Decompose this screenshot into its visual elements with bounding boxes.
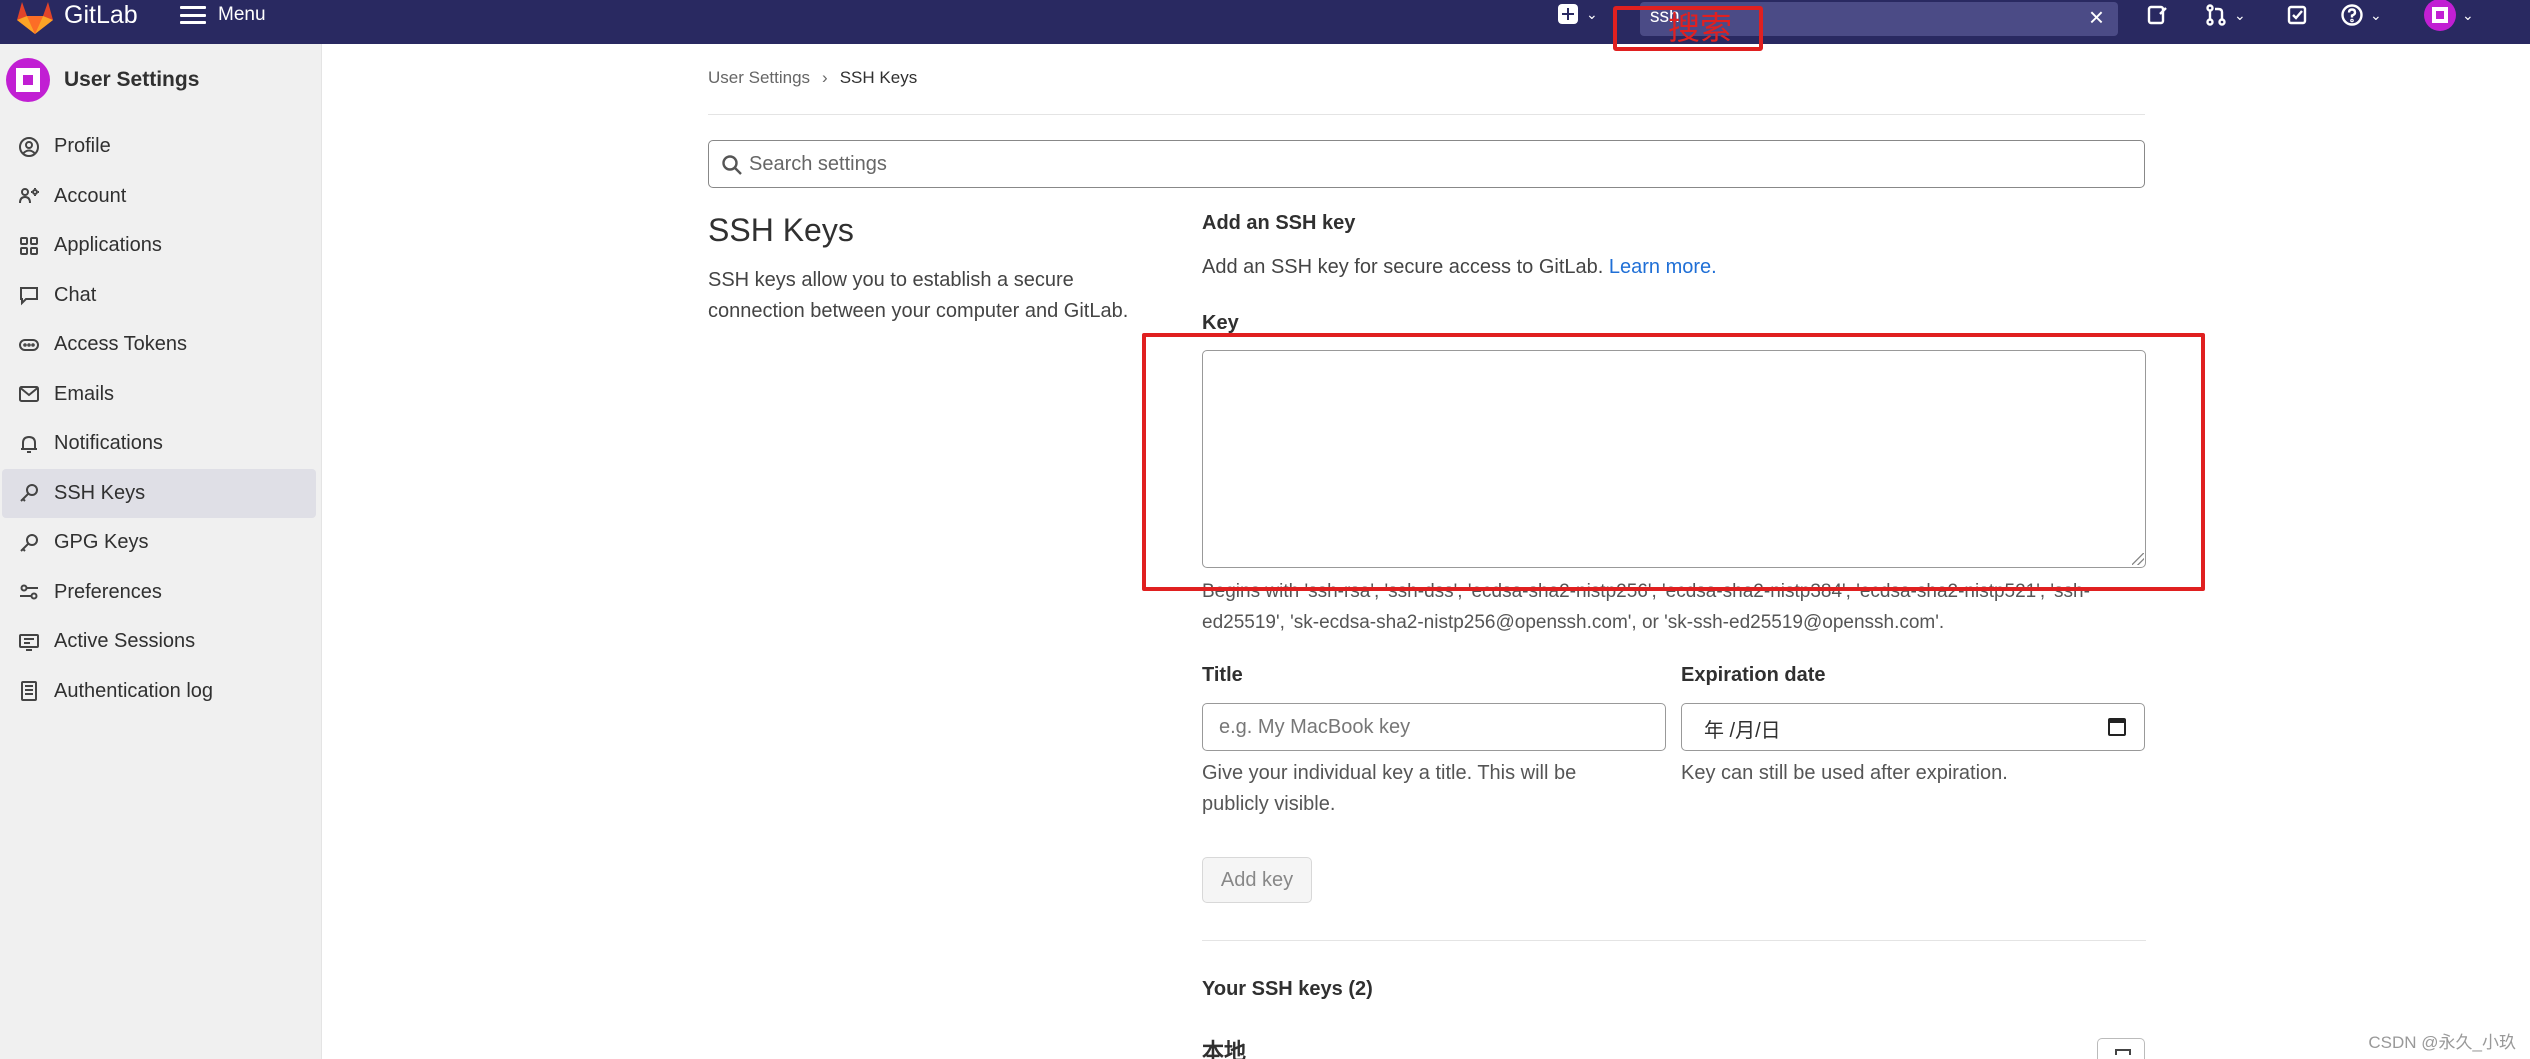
- expiration-date-placeholder: 年 /月/日: [1704, 720, 1781, 742]
- breadcrumb-current[interactable]: SSH Keys: [840, 68, 917, 88]
- page-title: SSH Keys: [708, 212, 854, 248]
- breadcrumb-separator: ›: [822, 68, 828, 87]
- merge-requests-button[interactable]: ⌄: [2204, 0, 2246, 30]
- sidebar-item-label: Active Sessions: [54, 630, 196, 653]
- settings-sidebar: User Settings Profile Account Applicatio…: [0, 44, 322, 1059]
- sidebar-item-label: Applications: [54, 234, 162, 257]
- token-icon: [19, 338, 39, 351]
- section-description: SSH keys allow you to establish a secure…: [708, 269, 1129, 322]
- hamburger-icon: [180, 6, 206, 24]
- sidebar-item-preferences[interactable]: Preferences: [0, 568, 318, 618]
- list-divider: [1202, 940, 2146, 941]
- help-icon: [2341, 4, 2363, 26]
- avatar: [6, 58, 50, 102]
- mail-icon: [19, 386, 39, 403]
- chevron-down-icon: ⌄: [2462, 6, 2474, 23]
- sidebar-item-label: Authentication log: [54, 679, 214, 702]
- log-icon: [21, 681, 37, 702]
- menu-button[interactable]: Menu: [180, 0, 266, 30]
- title-label: Title: [1202, 664, 1243, 686]
- calendar-icon[interactable]: [2108, 718, 2126, 736]
- bell-icon: [21, 435, 37, 453]
- todos-button[interactable]: [2286, 0, 2308, 30]
- chevron-down-icon: ⌄: [2370, 6, 2382, 23]
- delete-key-button[interactable]: [2097, 1038, 2145, 1059]
- sidebar-item-profile[interactable]: Profile: [0, 122, 318, 172]
- header-divider: [708, 114, 2145, 115]
- ssh-keys-list-heading: Your SSH keys (2): [1202, 978, 1373, 1000]
- account-icon: [19, 188, 39, 204]
- key-icon: [20, 484, 38, 502]
- clear-search-icon[interactable]: ×: [2089, 2, 2104, 32]
- sidebar-item-account[interactable]: Account: [0, 172, 318, 222]
- user-menu-button[interactable]: ⌄: [2424, 0, 2474, 31]
- issues-icon: [2147, 5, 2167, 25]
- chevron-down-icon: ⌄: [1586, 5, 1598, 22]
- annotation-search-label: 搜索: [1668, 10, 1733, 46]
- help-button[interactable]: ⌄: [2340, 0, 2382, 30]
- sidebar-item-gpg-keys[interactable]: GPG Keys: [0, 518, 318, 568]
- search-icon: [722, 155, 742, 175]
- sidebar-nav: Profile Account Applications Chat Access…: [0, 122, 318, 716]
- menu-label: Menu: [218, 4, 266, 25]
- sidebar-item-label: Preferences: [54, 580, 162, 603]
- sidebar-item-active-sessions[interactable]: Active Sessions: [0, 617, 318, 667]
- expiration-date-input[interactable]: 年 /月/日: [1681, 703, 2145, 751]
- learn-more-link[interactable]: Learn more.: [1609, 256, 1717, 278]
- sidebar-item-label: SSH Keys: [54, 481, 146, 504]
- todo-checkbox-icon: [2287, 5, 2307, 25]
- top-navbar: GitLab Menu ⌄ ssh × ⌄ ⌄ ⌄: [0, 0, 2530, 44]
- user-avatar: [2424, 0, 2456, 31]
- chat-icon: [20, 287, 38, 306]
- breadcrumb: User Settings › SSH Keys: [708, 68, 917, 88]
- new-item-dropdown[interactable]: ⌄: [1558, 4, 1598, 24]
- sidebar-item-chat[interactable]: Chat: [0, 271, 318, 321]
- add-key-description-text: Add an SSH key for secure access to GitL…: [1202, 256, 1604, 278]
- sidebar-header[interactable]: User Settings: [6, 58, 199, 102]
- sidebar-item-ssh-keys[interactable]: SSH Keys: [2, 468, 316, 518]
- preferences-icon: [20, 584, 38, 600]
- monitor-icon: [19, 633, 39, 651]
- sidebar-item-label: Chat: [54, 283, 97, 306]
- add-key-description: Add an SSH key for secure access to GitL…: [1202, 256, 1717, 279]
- sidebar-item-label: Profile: [54, 135, 111, 158]
- sidebar-item-label: Account: [54, 184, 127, 207]
- sidebar-item-label: Emails: [54, 382, 115, 405]
- watermark: CSDN @永久_小玖: [2368, 1033, 2516, 1052]
- sidebar-item-emails[interactable]: Emails: [0, 370, 318, 420]
- applications-icon: [20, 236, 38, 255]
- plus-square-icon: [1558, 4, 1578, 24]
- sidebar-item-applications[interactable]: Applications: [0, 221, 318, 271]
- sidebar-item-authentication-log[interactable]: Authentication log: [0, 667, 318, 717]
- title-input[interactable]: [1202, 703, 1666, 751]
- brand-name[interactable]: GitLab: [64, 0, 138, 30]
- key-label: Key: [1202, 312, 1239, 334]
- ssh-key-title[interactable]: 本地: [1202, 1034, 1246, 1059]
- issues-button[interactable]: [2146, 0, 2168, 30]
- expiration-label: Expiration date: [1681, 664, 1826, 686]
- merge-request-icon: [2206, 4, 2226, 26]
- expiration-help-text: Key can still be used after expiration.: [1681, 762, 2008, 784]
- sidebar-item-label: Access Tokens: [54, 333, 188, 356]
- title-help-text: Give your individual key a title. This w…: [1202, 762, 1577, 815]
- sidebar-item-label: Notifications: [54, 432, 163, 455]
- sidebar-item-notifications[interactable]: Notifications: [0, 419, 318, 469]
- add-key-heading: Add an SSH key: [1202, 212, 1356, 234]
- sidebar-item-access-tokens[interactable]: Access Tokens: [0, 320, 318, 370]
- gitlab-logo-icon[interactable]: [14, 0, 56, 36]
- sidebar-item-label: GPG Keys: [54, 531, 149, 554]
- add-key-button[interactable]: Add key: [1202, 857, 1312, 903]
- breadcrumb-parent[interactable]: User Settings: [708, 68, 810, 88]
- sidebar-title: User Settings: [64, 68, 200, 91]
- settings-search-box[interactable]: [708, 140, 2145, 188]
- key-icon: [20, 533, 38, 552]
- annotation-key-box: [1142, 333, 2205, 591]
- profile-icon: [19, 136, 39, 157]
- settings-search-input[interactable]: [749, 149, 2129, 179]
- chevron-down-icon: ⌄: [2234, 6, 2246, 23]
